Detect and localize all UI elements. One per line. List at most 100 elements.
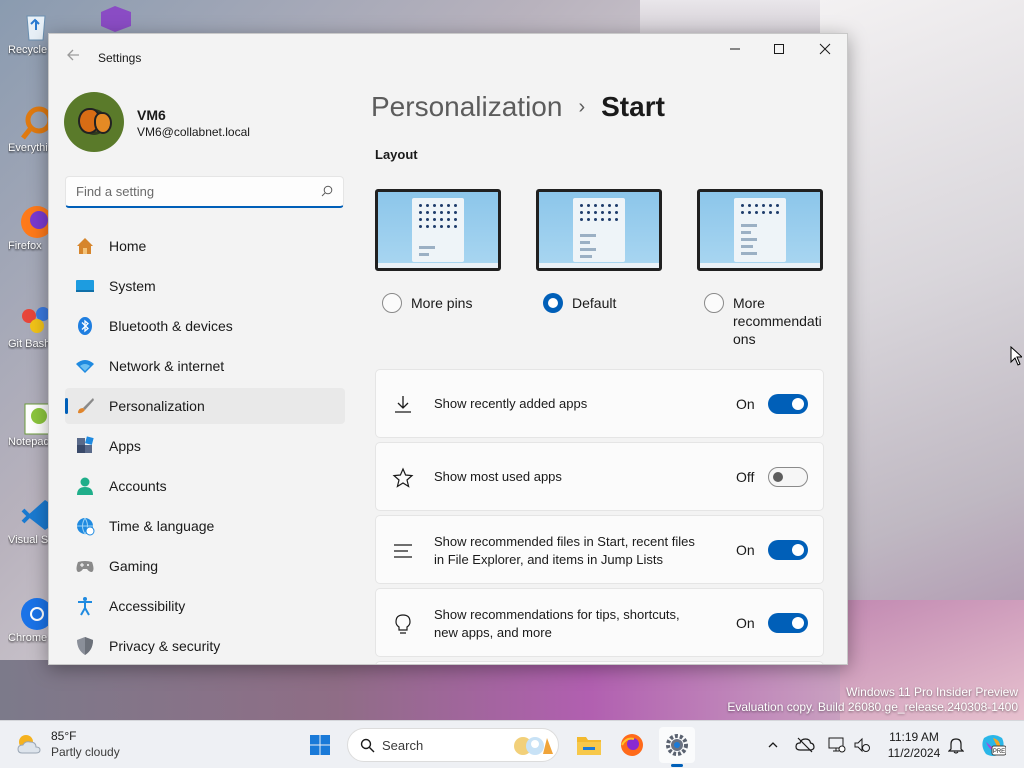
close-button[interactable] xyxy=(802,34,847,66)
toggle-state: Off xyxy=(736,469,755,485)
desktop-icon-label: Recycle Bin xyxy=(8,44,48,56)
desktop-icon-label: Everything xyxy=(8,142,48,154)
setting-card-partial xyxy=(375,661,824,664)
toggle-switch-on[interactable] xyxy=(768,394,808,414)
taskbar-settings[interactable] xyxy=(659,727,695,763)
title-bar[interactable]: Settings xyxy=(49,34,847,82)
radio-more-pins[interactable]: More pins xyxy=(382,293,472,313)
maximize-icon xyxy=(774,44,784,54)
layout-preview-more-recommendations[interactable] xyxy=(697,189,823,271)
tray-volume[interactable] xyxy=(852,735,872,755)
tray-cloud-offline[interactable] xyxy=(795,735,815,755)
taskbar-file-explorer[interactable] xyxy=(571,727,607,763)
setting-label-line: Show recommended files in Start, recent … xyxy=(434,534,695,549)
radio-label: More pins xyxy=(411,295,473,311)
toggle-switch-on[interactable] xyxy=(768,540,808,560)
sidebar-item-privacy[interactable]: Privacy & security xyxy=(65,628,345,664)
setting-label-line: new apps, and more xyxy=(434,625,552,640)
taskbar: 85°F Partly cloudy Search 11:19 AM 11/2/… xyxy=(0,720,1024,768)
radio-button[interactable] xyxy=(704,293,724,313)
page-title: Start xyxy=(601,91,665,122)
weather-temperature: 85°F xyxy=(51,729,77,743)
radio-label-line: ons xyxy=(733,331,756,347)
radio-more-recommendations[interactable]: More recommendati ons xyxy=(704,293,822,348)
taskbar-clock[interactable]: 11:19 AM 11/2/2024 xyxy=(880,729,948,761)
radio-label-line: More xyxy=(733,295,765,311)
sidebar-item-system[interactable]: System xyxy=(65,268,345,304)
setting-recently-added-apps: Show recently added apps On xyxy=(375,369,824,438)
notifications-button[interactable] xyxy=(946,735,966,755)
desktop-icon-label: Chrome xyxy=(8,632,48,644)
radio-label: More recommendati ons xyxy=(733,294,822,348)
sidebar-item-label: Bluetooth & devices xyxy=(109,318,233,334)
desktop-icon-label: Git Bash xyxy=(8,338,48,350)
gear-icon xyxy=(666,734,688,756)
sidebar-item-apps[interactable]: Apps xyxy=(65,428,345,464)
sidebar-item-personalization[interactable]: Personalization xyxy=(65,388,345,424)
sidebar-item-label: Home xyxy=(109,238,147,254)
breadcrumb: Personalization › Start xyxy=(371,91,665,123)
window-title: Settings xyxy=(98,51,142,65)
mouse-cursor-icon xyxy=(1010,346,1022,366)
gaming-icon xyxy=(75,556,95,576)
setting-label-line: Show recommendations for tips, shortcuts… xyxy=(434,607,680,622)
sidebar-item-label: Privacy & security xyxy=(109,638,221,654)
taskbar-firefox[interactable] xyxy=(614,727,650,763)
sidebar-item-accounts[interactable]: Accounts xyxy=(65,468,345,504)
desktop-icon-label: Firefox xyxy=(8,240,42,252)
sidebar-item-accessibility[interactable]: Accessibility xyxy=(65,588,345,624)
sidebar-item-time-language[interactable]: Time & language xyxy=(65,508,345,544)
watermark-line: Windows 11 Pro Insider Preview xyxy=(846,685,1018,699)
sidebar-item-gaming[interactable]: Gaming xyxy=(65,548,345,584)
toggle-state: On xyxy=(736,615,755,631)
arrow-left-icon xyxy=(67,49,79,61)
cloud-offline-icon xyxy=(795,737,815,753)
clock-date: 11/2/2024 xyxy=(887,746,941,760)
minimize-button[interactable] xyxy=(712,34,758,66)
back-button[interactable] xyxy=(63,48,83,68)
search-icon[interactable] xyxy=(321,185,333,197)
show-hidden-icons-button[interactable] xyxy=(763,735,783,755)
radio-default[interactable]: Default xyxy=(543,293,616,313)
sidebar-item-label: Accessibility xyxy=(109,598,186,614)
radio-button-selected[interactable] xyxy=(543,293,563,313)
sidebar-item-bluetooth[interactable]: Bluetooth & devices xyxy=(65,308,345,344)
settings-window: Settings VM6 VM6@collabnet.local Home Sy… xyxy=(48,33,848,665)
toggle-switch-on[interactable] xyxy=(768,613,808,633)
layout-section-title: Layout xyxy=(375,147,418,162)
setting-label: Show most used apps xyxy=(434,469,562,484)
toggle-switch-off[interactable] xyxy=(768,467,808,487)
sidebar-item-label: System xyxy=(109,278,156,294)
copilot-button[interactable]: PRE xyxy=(980,732,1006,758)
setting-most-used-apps: Show most used apps Off xyxy=(375,442,824,511)
download-icon xyxy=(395,396,411,413)
taskbar-search[interactable]: Search xyxy=(347,728,559,762)
find-setting-search[interactable] xyxy=(65,176,344,208)
tray-network[interactable] xyxy=(827,735,847,755)
search-input[interactable] xyxy=(66,177,306,205)
setting-label: Show recommendations for tips, shortcuts… xyxy=(434,606,724,642)
layout-preview-more-pins[interactable] xyxy=(375,189,501,271)
setting-label: Show recently added apps xyxy=(434,396,588,411)
sidebar-item-label: Accounts xyxy=(109,478,167,494)
apps-icon xyxy=(75,436,95,456)
sidebar-item-network[interactable]: Network & internet xyxy=(65,348,345,384)
accessibility-icon xyxy=(75,596,95,616)
search-highlight-icon xyxy=(514,737,553,755)
chevron-up-icon xyxy=(768,742,778,748)
home-icon xyxy=(75,236,95,256)
layout-preview-default[interactable] xyxy=(536,189,662,271)
breadcrumb-parent[interactable]: Personalization xyxy=(371,91,562,123)
radio-label: Default xyxy=(572,295,617,311)
sidebar-item-home[interactable]: Home xyxy=(65,228,345,264)
clock-time: 11:19 AM xyxy=(889,730,939,744)
maximize-button[interactable] xyxy=(756,34,802,66)
weather-description: Partly cloudy xyxy=(51,745,120,759)
taskbar-search-label: Search xyxy=(382,738,424,753)
radio-button[interactable] xyxy=(382,293,402,313)
wallpaper-shape xyxy=(0,660,840,720)
avatar xyxy=(64,92,124,152)
firefox-icon xyxy=(621,734,643,756)
sidebar-item-label: Time & language xyxy=(109,518,215,534)
start-button[interactable] xyxy=(302,727,338,763)
